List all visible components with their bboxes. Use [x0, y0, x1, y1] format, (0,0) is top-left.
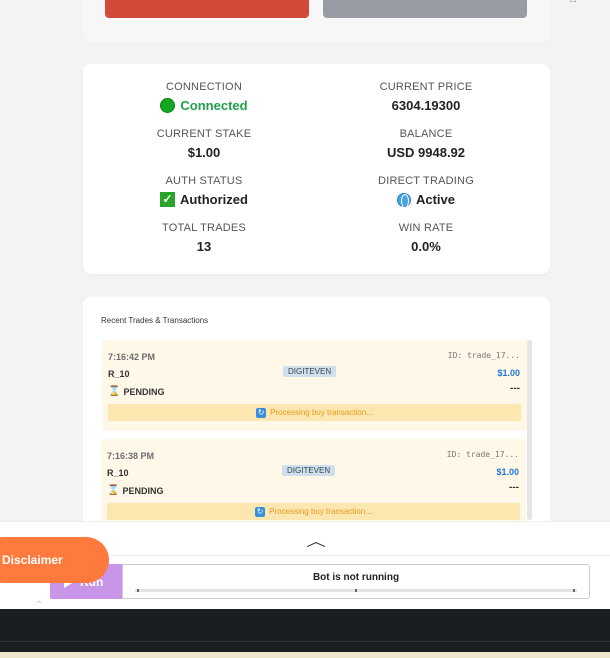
reset-button[interactable]: [323, 0, 527, 18]
processing-text: Processing buy transaction...: [270, 408, 373, 417]
hourglass-icon: ⌛: [107, 485, 120, 496]
stat-direct-trading: DIRECT TRADING Active: [331, 175, 521, 208]
stat-total-trades: TOTAL TRADES 13: [109, 222, 299, 254]
trade-item[interactable]: 7:16:38 PM ID: trade_17... R_10 DIGITEVE…: [101, 439, 526, 527]
hourglass-icon: ⌛: [108, 386, 121, 397]
trade-time: 7:16:42 PM: [108, 352, 156, 362]
trade-type-badge: DIGITEVEN: [283, 366, 337, 377]
stat-label: WIN RATE: [398, 222, 454, 234]
connection-value: Connected: [180, 98, 248, 113]
green-dot-icon: [160, 98, 176, 113]
trade-id: ID: trade_17...: [446, 450, 519, 459]
action-card: [83, 0, 550, 42]
trade-status: ⌛ PENDING: [107, 485, 163, 496]
trade-status-label: PENDING: [122, 485, 164, 496]
progress-tick: [355, 589, 357, 592]
stat-label: DIRECT TRADING: [378, 175, 474, 187]
footer-strip: [0, 652, 610, 658]
trade-amount: $1.00: [496, 467, 519, 477]
stop-button[interactable]: [105, 0, 309, 18]
stat-current-price: CURRENT PRICE 6304.19300: [331, 81, 521, 113]
trade-status: ⌛ PENDING: [108, 386, 164, 397]
trade-amount: $1.00: [497, 368, 520, 378]
trade-time: 7:16:38 PM: [107, 451, 155, 461]
divider: [0, 641, 610, 642]
stat-balance: BALANCE USD 9948.92: [331, 128, 521, 160]
processing-banner: ↻ Processing buy transaction...: [108, 404, 521, 421]
direct-trading-value: Active: [415, 192, 456, 207]
trades-panel: Recent Trades & Transactions 7:16:42 PM …: [83, 297, 550, 527]
stat-current-stake: CURRENT STAKE $1.00: [109, 128, 299, 160]
trade-status-label: PENDING: [123, 386, 165, 397]
stats-card: CONNECTION Connected CURRENT PRICE 6304.…: [83, 64, 550, 274]
stat-label: TOTAL TRADES: [162, 222, 246, 234]
corner-icon: □: [570, 0, 576, 5]
trades-panel-title: Recent Trades & Transactions: [101, 316, 209, 325]
stat-label: CURRENT STAKE: [156, 128, 252, 140]
stat-win-rate: WIN RATE 0.0%: [331, 222, 521, 254]
sync-icon: ↻: [256, 407, 267, 418]
trade-symbol: R_10: [108, 369, 130, 379]
progress-tick: [137, 589, 139, 592]
stat-label: CONNECTION: [166, 81, 242, 93]
processing-text: Processing buy transaction...: [269, 507, 372, 516]
trade-type-badge: DIGITEVEN: [282, 465, 336, 476]
check-icon: ✓: [160, 192, 176, 207]
disclaimer-button[interactable]: Disclaimer: [0, 537, 109, 583]
stat-label: AUTH STATUS: [165, 175, 243, 187]
trade-symbol: R_10: [107, 468, 129, 478]
total-trades-value: 13: [196, 239, 212, 254]
progress-tick: [573, 589, 575, 592]
sync-icon: ↻: [255, 506, 266, 517]
win-rate-value: 0.0%: [411, 239, 441, 254]
chevron-up-icon[interactable]: ︿: [306, 531, 326, 551]
chevron-up-icon[interactable]: ⌃: [35, 600, 43, 611]
globe-icon: [396, 192, 411, 208]
footer-bar: ⌃: [0, 600, 610, 658]
stat-label: BALANCE: [399, 128, 453, 140]
trade-profit: ---: [509, 482, 519, 493]
processing-banner: ↻ Processing buy transaction...: [107, 503, 520, 520]
stat-label: CURRENT PRICE: [379, 81, 473, 93]
current-price-value: 6304.19300: [391, 98, 461, 113]
balance-value: USD 9948.92: [386, 145, 466, 160]
bot-status-text: Bot is not running: [312, 572, 400, 583]
trade-id: ID: trade_17...: [447, 351, 520, 360]
stat-auth-status: AUTH STATUS ✓ Authorized: [109, 175, 299, 207]
bot-status-box: Bot is not running: [122, 564, 590, 599]
trades-scrollbar[interactable]: [527, 340, 532, 520]
stat-connection: CONNECTION Connected: [109, 81, 299, 113]
auth-status-value: Authorized: [180, 192, 248, 207]
trade-item[interactable]: 7:16:42 PM ID: trade_17... R_10 DIGITEVE…: [102, 340, 527, 431]
trade-profit: ---: [510, 383, 520, 394]
current-stake-value: $1.00: [187, 145, 221, 160]
